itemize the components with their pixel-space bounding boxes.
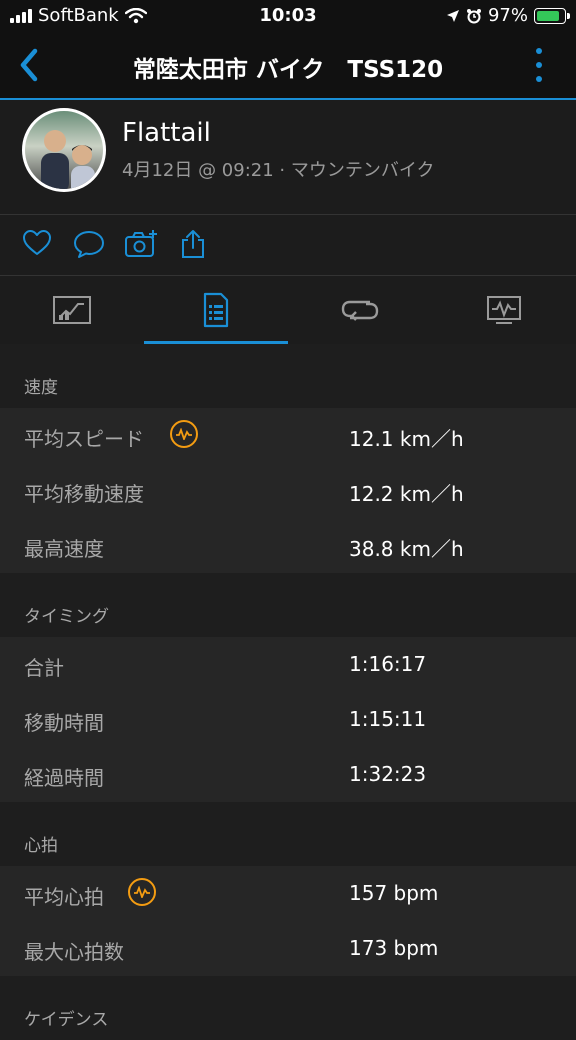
title-bar: 常陸太田市 バイク TSS120 — [0, 38, 576, 94]
section-header-cadence: ケイデンス — [0, 976, 576, 1040]
stat-value: 1:15:11 — [349, 707, 427, 731]
stat-row: 合計 1:16:17 — [0, 637, 576, 692]
heart-rate-badge-icon[interactable] — [170, 420, 198, 448]
alarm-icon — [466, 8, 481, 23]
overview-chart-icon — [53, 296, 91, 324]
stats-document-icon — [203, 292, 229, 328]
laps-loop-icon — [341, 300, 379, 321]
location-icon — [446, 9, 459, 22]
share-icon[interactable] — [180, 229, 206, 259]
stat-label: 平均心拍 — [24, 885, 104, 909]
comment-icon[interactable] — [73, 229, 105, 259]
action-bar — [0, 215, 576, 276]
stat-row: 平均スピード 12.1 km／h — [0, 408, 576, 463]
stat-row: 最高速度 38.8 km／h — [0, 518, 576, 573]
section-rows-speed: 平均スピード 12.1 km／h 平均移動速度 12.2 km／h 最高速度 3… — [0, 408, 576, 573]
page-title: 常陸太田市 バイク TSS120 — [132, 57, 444, 83]
tab-stats[interactable] — [144, 276, 288, 344]
battery-percent: 97% — [487, 5, 528, 26]
heart-rate-badge-icon[interactable] — [128, 878, 156, 906]
tab-graphs[interactable] — [432, 276, 576, 344]
tab-overview[interactable] — [0, 276, 144, 344]
stat-value: 157 bpm — [349, 881, 439, 905]
avatar[interactable] — [22, 108, 106, 192]
stat-value: 12.2 km／h — [349, 482, 464, 506]
battery-icon — [534, 7, 570, 24]
stat-row: 平均移動速度 12.2 km／h — [0, 463, 576, 518]
activity-meta: 4月12日 @ 09:21 · マウンテンバイク — [122, 160, 435, 181]
status-bar: SoftBank 10:03 97% — [0, 0, 576, 32]
activity-profile: Flattail 4月12日 @ 09:21 · マウンテンバイク — [0, 100, 576, 215]
user-name[interactable]: Flattail — [122, 118, 211, 148]
more-menu-icon[interactable] — [536, 48, 542, 82]
stat-label: 最高速度 — [24, 537, 104, 561]
stat-value: 1:16:17 — [349, 652, 427, 676]
tab-laps[interactable] — [288, 276, 432, 344]
add-photo-icon[interactable] — [124, 229, 158, 259]
stats-list: 速度 平均スピード 12.1 km／h 平均移動速度 12.2 km／h 最高速… — [0, 344, 576, 1040]
stat-label: 平均スピード — [24, 427, 144, 451]
status-right: 97% — [446, 5, 570, 26]
section-rows-heart-rate: 平均心拍 157 bpm 最大心拍数 173 bpm — [0, 866, 576, 976]
stat-value: 12.1 km／h — [349, 427, 464, 451]
stat-row: 経過時間 1:32:23 — [0, 747, 576, 802]
stat-row: 最大心拍数 173 bpm — [0, 921, 576, 976]
stat-label: 平均移動速度 — [24, 482, 144, 506]
section-header-speed: 速度 — [0, 344, 576, 408]
stat-value: 173 bpm — [349, 936, 439, 960]
stat-label: 最大心拍数 — [24, 940, 124, 964]
section-header-heart-rate: 心拍 — [0, 802, 576, 866]
stat-label: 経過時間 — [24, 766, 104, 790]
section-rows-timing: 合計 1:16:17 移動時間 1:15:11 経過時間 1:32:23 — [0, 637, 576, 802]
section-header-timing: タイミング — [0, 573, 576, 637]
graph-monitor-icon — [487, 296, 521, 324]
stat-label: 移動時間 — [24, 711, 104, 735]
heart-icon[interactable] — [22, 229, 52, 257]
activity-tabs — [0, 276, 576, 345]
top-bar: SoftBank 10:03 97% 常陸太田市 バイク TSS120 — [0, 0, 576, 100]
stat-row: 平均心拍 157 bpm — [0, 866, 576, 921]
stat-row: 移動時間 1:15:11 — [0, 692, 576, 747]
stat-label: 合計 — [24, 656, 64, 680]
stat-value: 38.8 km／h — [349, 537, 464, 561]
stat-value: 1:32:23 — [349, 762, 427, 786]
